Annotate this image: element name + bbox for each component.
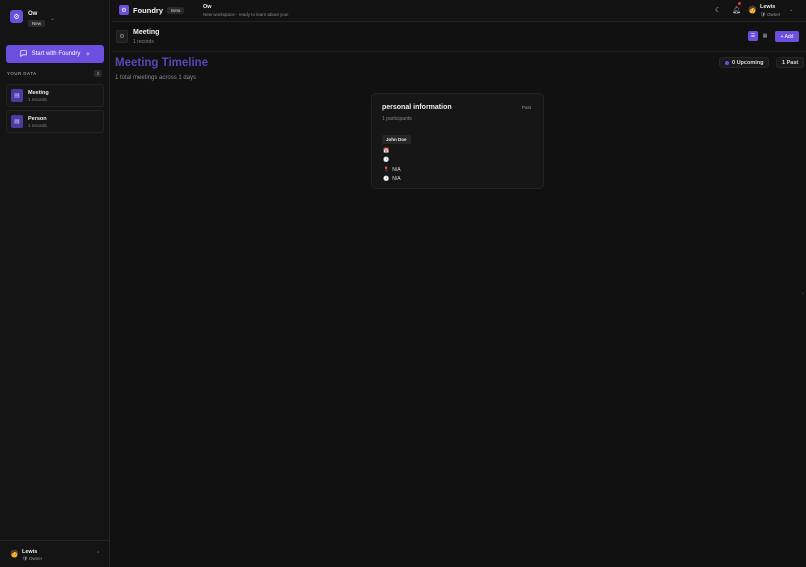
avatar: 🧑 (10, 551, 19, 558)
chat-icon (19, 49, 27, 59)
list-view-icon[interactable]: ☰ (748, 31, 758, 41)
meeting-date-row: 📅 (383, 148, 389, 154)
clock-icon: 🕓 (383, 157, 390, 163)
past-filter[interactable]: 1 Past (776, 57, 805, 68)
view-toggle: ☰ ▦ (748, 31, 770, 41)
workspace-avatar-icon: ⚙ (10, 10, 23, 23)
calendar-icon: 📅 (383, 148, 390, 154)
user-role: 🛡 Owner (760, 12, 781, 17)
chevron-icon[interactable]: ⌃ (96, 551, 100, 557)
upcoming-filter[interactable]: 0 Upcoming (719, 57, 770, 68)
upcoming-label: 0 Upcoming (732, 59, 764, 66)
meeting-title: personal information (382, 104, 452, 111)
chevron-down-icon[interactable]: ⌄ (50, 15, 55, 22)
beta-badge: Beta (167, 7, 185, 14)
entity-count: 1 records (133, 39, 154, 45)
user-name: Lewis (22, 549, 38, 555)
workspace-switcher[interactable]: ⚙ Ow New (10, 10, 46, 27)
sidebar-item-subtitle: 1 records (28, 96, 47, 102)
meeting-location-row: 📍 N/A (383, 167, 401, 173)
entity-header: ⚙ Meeting 1 records ☰ ▦ + Add (111, 23, 806, 52)
sidebar-item-title: Meeting (28, 89, 49, 96)
user-menu[interactable]: 🧑 Lewis 🛡 Owner ⌃ (0, 540, 110, 567)
user-role: 🛡 Owner (22, 556, 43, 561)
your-data-count: 2 (94, 70, 102, 77)
moon-icon[interactable]: ☾ (715, 6, 721, 14)
meeting-duration-row: 🕓 N/A (383, 176, 401, 182)
sidebar-item-subtitle: 1 records (28, 122, 47, 128)
meeting-duration: N/A (392, 176, 401, 182)
document-icon: ▤ (11, 115, 23, 128)
sparkle-icon: ✧ (85, 51, 91, 58)
workspace-name: Ow (28, 11, 38, 17)
participant-chip[interactable]: John Doe (382, 135, 411, 144)
upcoming-dot-icon (725, 60, 729, 65)
settings-icon[interactable]: ⚙ (116, 30, 128, 43)
sidebar-item-person[interactable]: ▤ Person 1 records (6, 110, 104, 133)
notification-dot (738, 2, 741, 5)
user-role-text: Owner (28, 556, 43, 561)
user-role-text: Owner (766, 12, 781, 17)
workspace-title: Ow (203, 4, 212, 10)
sidebar-item-meeting[interactable]: ▤ Meeting 1 records (6, 84, 104, 107)
user-name: Lewis (760, 4, 776, 10)
timer-icon: 🕓 (383, 176, 390, 182)
bell-icon[interactable]: 🔔︎ (732, 6, 741, 14)
avatar[interactable]: 🧑 (748, 6, 757, 14)
past-label: 1 Past (782, 59, 799, 66)
grid-view-icon[interactable]: ▦ (760, 31, 770, 41)
workspace-badge: New (28, 20, 46, 27)
start-button-label: Start with Foundry (31, 51, 81, 57)
resize-handle-icon[interactable]: › (802, 291, 804, 297)
your-data-label: YOUR DATA (7, 71, 37, 76)
entity-title: Meeting (133, 29, 160, 36)
add-button[interactable]: + Add (775, 31, 799, 42)
meeting-card[interactable]: personal information Past 1 participants… (371, 93, 544, 189)
top-bar: ⚙ Foundry Beta Ow New workspace - ready … (111, 0, 806, 22)
app-name: Foundry (133, 6, 163, 15)
meeting-time-row: 🕓 (383, 157, 389, 163)
meeting-location: N/A (392, 167, 401, 173)
start-with-foundry-button[interactable]: Start with Foundry ✧ (6, 45, 104, 63)
sidebar: ⚙ Ow New ⌄ Start with Foundry ✧ YOUR DAT… (0, 0, 110, 567)
meeting-status-badge: Past (522, 105, 532, 110)
document-icon: ▤ (11, 89, 23, 102)
workspace-description: New workspace - ready to learn about you… (203, 12, 289, 17)
participants-count: 1 participants (382, 116, 412, 122)
page-subtitle: 1 total meetings across 1 days (115, 75, 197, 81)
sidebar-item-title: Person (28, 115, 47, 122)
page-title: Meeting Timeline (115, 57, 209, 69)
location-pin-icon: 📍 (383, 167, 390, 173)
foundry-logo-icon: ⚙ (119, 5, 129, 15)
chevron-down-icon[interactable]: ⌄ (789, 7, 793, 13)
